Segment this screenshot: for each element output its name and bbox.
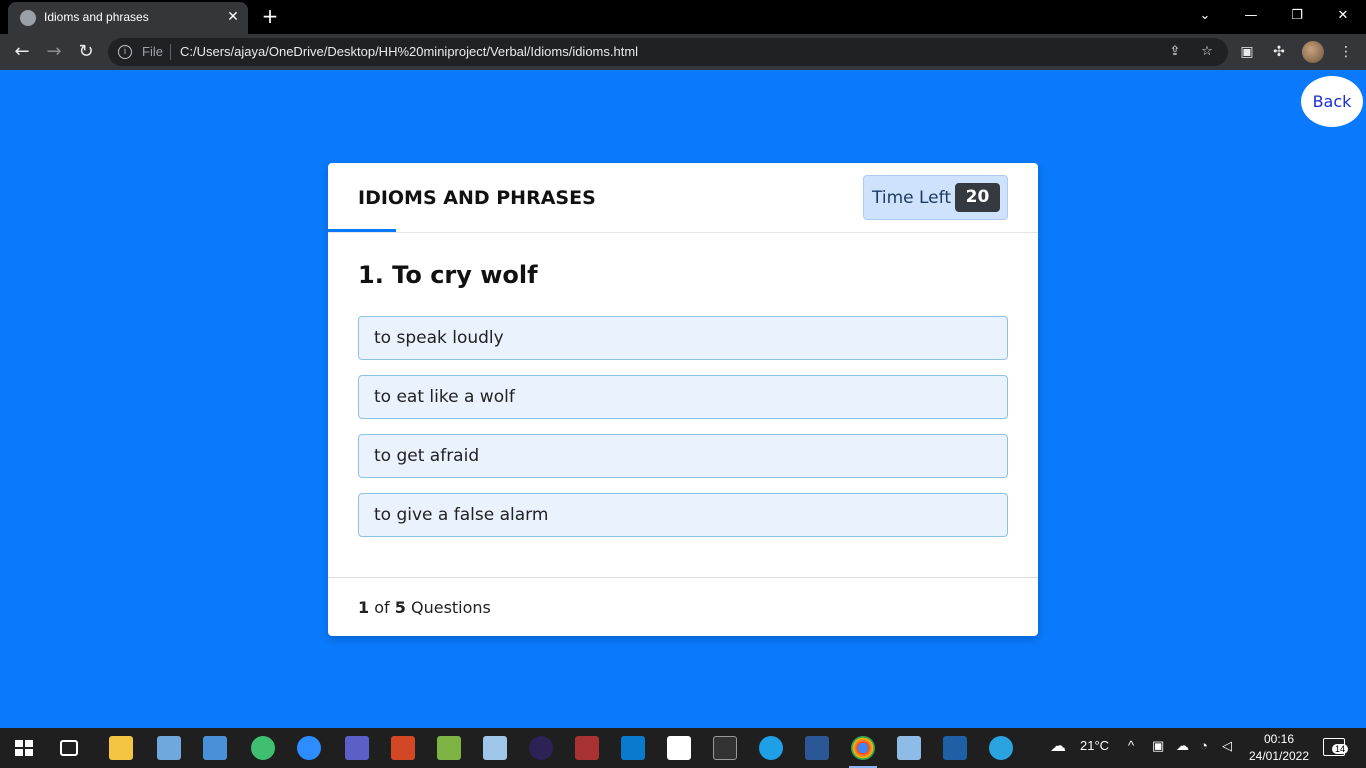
system-clock[interactable]: 00:16 24/01/2022 [1246,731,1312,765]
progress-line [328,229,396,232]
question-counter: 1 of 5 Questions [358,598,491,617]
option-4[interactable]: to give a false alarm [358,493,1008,537]
task-view-icon[interactable] [60,740,78,756]
current-question: 1 [358,598,370,617]
zoom-icon[interactable] [297,736,321,760]
option-1[interactable]: to speak loudly [358,316,1008,360]
wifi-icon[interactable]: ◔ [1200,738,1208,753]
minimize-button[interactable]: — [1236,4,1266,28]
address-bar[interactable]: i File C:/Users/ajaya/OneDrive/Desktop/H… [108,38,1228,66]
browser-tab[interactable]: Idioms and phrases ✕ [8,2,248,34]
powerpoint-icon[interactable] [391,736,415,760]
option-3[interactable]: to get afraid [358,434,1008,478]
total-questions: 5 [394,598,406,617]
tab-title: Idioms and phrases [44,10,149,24]
bookmark-star-icon[interactable]: ☆ [1198,43,1216,61]
share-icon[interactable]: ⇪ [1166,43,1184,61]
browser-tab-bar: Idioms and phrases ✕ + ⌄ — ❐ ✕ [0,0,1366,34]
edge-icon[interactable] [759,736,783,760]
clock-date: 24/01/2022 [1248,749,1310,763]
new-tab-button[interactable]: + [260,6,280,26]
timer-label: Time Left [872,188,951,208]
telegram-icon[interactable] [989,736,1013,760]
atom-icon[interactable] [251,736,275,760]
windows-start-icon[interactable] [12,736,36,760]
notification-icon[interactable]: 14 [1323,738,1349,756]
restore-button[interactable]: ❐ [1282,4,1312,28]
reload-icon[interactable]: ↻ [74,40,98,64]
volume-icon[interactable]: ◁ [1222,738,1232,754]
app-icon[interactable] [203,736,227,760]
vscode-icon[interactable] [621,736,645,760]
virtualbox-icon[interactable] [943,736,967,760]
mongodb-icon[interactable] [667,736,691,760]
clock-time: 00:16 [1263,732,1295,746]
notes-icon[interactable] [897,736,921,760]
option-label: to get afraid [374,446,480,466]
app-grid-icon[interactable] [437,736,461,760]
extensions-icon[interactable]: ✣ [1269,42,1289,62]
forward-arrow-icon[interactable]: → [42,40,66,64]
file-explorer-icon[interactable] [109,736,133,760]
info-icon[interactable]: i [118,45,132,59]
counter-suffix: Questions [410,598,491,617]
url-text[interactable]: C:/Users/ajaya/OneDrive/Desktop/HH%20min… [180,44,638,59]
question-text: 1. To cry wolf [358,261,538,289]
onedrive-icon[interactable]: ☁ [1176,738,1189,754]
meet-now-icon[interactable]: ▣ [1152,738,1164,754]
teams-icon[interactable] [345,736,369,760]
option-label: to give a false alarm [374,505,549,525]
terminal-icon[interactable] [713,736,737,760]
quiz-title: IDIOMS AND PHRASES [358,187,596,209]
quiz-header: IDIOMS AND PHRASES Time Left 20 [328,163,1038,233]
tab-close-icon[interactable]: ✕ [224,8,242,26]
option-label: to eat like a wolf [374,387,515,407]
eclipse-icon[interactable] [529,736,553,760]
close-window-button[interactable]: ✕ [1328,4,1358,28]
counter-of: of [374,598,390,617]
timer-value: 20 [955,183,1000,212]
option-label: to speak loudly [374,328,504,348]
url-scheme: File [142,44,163,59]
tray-chevron-icon[interactable]: ^ [1128,738,1134,753]
browser-toolbar: ← → ↻ i File C:/Users/ajaya/OneDrive/Des… [0,34,1366,70]
quiz-card: IDIOMS AND PHRASES Time Left 20 1. To cr… [328,163,1038,636]
chrome-icon[interactable] [849,736,877,768]
menu-icon[interactable]: ⋮ [1336,42,1356,62]
back-button[interactable]: Back [1301,76,1363,127]
winrar-icon[interactable] [575,736,599,760]
option-2[interactable]: to eat like a wolf [358,375,1008,419]
quiz-footer: 1 of 5 Questions [328,577,1038,636]
media-icon[interactable]: ▣ [1237,42,1257,62]
divider [170,44,171,60]
timer-box: Time Left 20 [863,175,1008,220]
back-arrow-icon[interactable]: ← [10,40,34,64]
taskbar: ☁ 21°C ^ ▣ ☁ ◔ ◁ 00:16 24/01/2022 14 [0,728,1366,768]
image-viewer-icon[interactable] [483,736,507,760]
notification-count: 14 [1332,744,1349,754]
profile-avatar[interactable] [1302,41,1324,63]
this-pc-icon[interactable] [157,736,181,760]
weather-temp[interactable]: 21°C [1080,738,1109,753]
word-icon[interactable] [805,736,829,760]
globe-icon [20,10,36,26]
tab-search-icon[interactable]: ⌄ [1190,4,1220,28]
cloud-weather-icon[interactable]: ☁ [1050,736,1066,756]
